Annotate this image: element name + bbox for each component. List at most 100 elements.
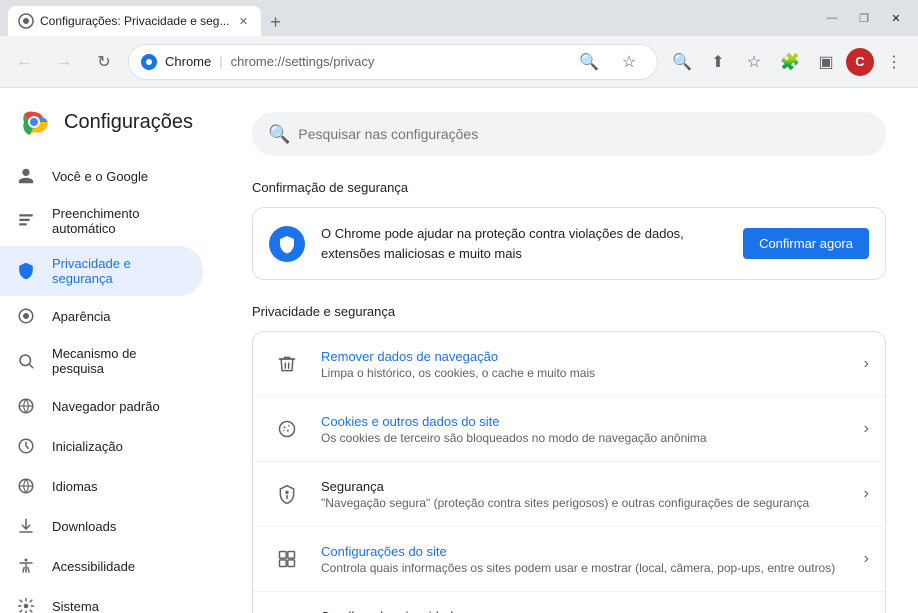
settings-text-security: Segurança "Navegação segura" (proteção co… (321, 479, 848, 510)
confirm-now-button[interactable]: Confirmar agora (743, 228, 869, 259)
sidebar-item-you-google[interactable]: Você e o Google (0, 156, 203, 196)
sidebar-label-search-engine: Mecanismo de pesquisa (52, 346, 187, 376)
titlebar: Configurações: Privacidade e seg... ✕ + … (0, 0, 918, 36)
sidebar-icon-autofill (16, 211, 36, 231)
bookmark-icon[interactable]: ☆ (613, 46, 645, 78)
settings-item-privacy-sandbox[interactable]: Sandbox de privacidadeOs recursos de tes… (253, 592, 885, 613)
safety-description: O Chrome pode ajudar na proteção contra … (321, 224, 727, 263)
chevron-right-icon: › (864, 420, 869, 438)
search-input[interactable] (298, 126, 870, 142)
settings-item-cookies[interactable]: Cookies e outros dados do site Os cookies… (253, 397, 885, 462)
window-controls: — ❐ ✕ (818, 4, 910, 32)
new-tab-button[interactable]: + (261, 8, 289, 36)
search-icon: 🔍 (268, 124, 290, 145)
sidebar-icon-privacy (16, 261, 36, 281)
search-labs-button[interactable]: 🔍 (666, 46, 698, 78)
sidebar-icon-accessibility (16, 556, 36, 576)
sidebar: Configurações Você e o Google Preenchimen… (0, 88, 220, 613)
chrome-scheme-icon (141, 54, 157, 70)
sidebar-icon-search-engine (16, 351, 36, 371)
sidebar-items-container: Você e o Google Preenchimento automático P… (0, 156, 219, 613)
toolbar-icons: 🔍 ⬆ ☆ 🧩 ▣ C ⋮ (666, 46, 910, 78)
search-bar[interactable]: 🔍 (252, 112, 886, 156)
address-site-name: Chrome (165, 54, 211, 69)
sidebar-label-languages: Idiomas (52, 479, 187, 494)
address-bar[interactable]: Chrome | chrome://settings/privacy 🔍 ☆ (128, 44, 658, 80)
sidebar-icon-you-google (16, 166, 36, 186)
settings-icon-clear-data (269, 346, 305, 382)
sidebar-item-privacy[interactable]: Privacidade e segurança (0, 246, 203, 296)
safety-section-title: Confirmação de segurança (252, 180, 886, 195)
settings-title-cookies: Cookies e outros dados do site (321, 414, 848, 429)
safety-shield-icon (269, 226, 305, 262)
settings-desc-site-settings: Controla quais informações os sites pode… (321, 561, 848, 575)
address-separator: | (219, 54, 222, 69)
sidebar-title: Configurações (64, 111, 193, 134)
sidebar-label-you-google: Você e o Google (52, 169, 187, 184)
sidebar-item-search-engine[interactable]: Mecanismo de pesquisa (0, 336, 203, 386)
back-button[interactable]: ← (8, 46, 40, 78)
settings-icon-cookies (269, 411, 305, 447)
address-search-icon[interactable]: 🔍 (573, 46, 605, 78)
chevron-right-icon: › (864, 485, 869, 503)
minimize-button[interactable]: — (818, 4, 846, 32)
settings-icon-security (269, 476, 305, 512)
settings-title-site-settings: Configurações do site (321, 544, 848, 559)
settings-items-card: Remover dados de navegação Limpa o histór… (252, 331, 886, 613)
chevron-right-icon: › (864, 550, 869, 568)
menu-button[interactable]: ⋮ (878, 46, 910, 78)
settings-desc-clear-data: Limpa o histórico, os cookies, o cache e… (321, 366, 848, 380)
sidebar-label-appearance: Aparência (52, 309, 187, 324)
restore-button[interactable]: ❐ (850, 4, 878, 32)
sidebar-icon-languages (16, 476, 36, 496)
sidebar-icon-startup (16, 436, 36, 456)
settings-desc-security: "Navegação segura" (proteção contra site… (321, 496, 848, 510)
sidebar-item-appearance[interactable]: Aparência (0, 296, 203, 336)
forward-button[interactable]: → (48, 46, 80, 78)
tab-close-button[interactable]: ✕ (235, 13, 251, 29)
sidebar-button[interactable]: ▣ (810, 46, 842, 78)
browser-chrome: ← → ↻ Chrome | chrome://settings/privacy… (0, 36, 918, 88)
sidebar-item-default-browser[interactable]: Navegador padrão (0, 386, 203, 426)
settings-item-clear-data[interactable]: Remover dados de navegação Limpa o histór… (253, 332, 885, 397)
sidebar-label-accessibility: Acessibilidade (52, 559, 187, 574)
bookmark-button[interactable]: ☆ (738, 46, 770, 78)
address-url: chrome://settings/privacy (231, 54, 565, 69)
sidebar-icon-system (16, 596, 36, 613)
profile-button[interactable]: C (846, 48, 874, 76)
tab-strip: Configurações: Privacidade e seg... ✕ + (8, 0, 810, 36)
settings-title-privacy-sandbox: Sandbox de privacidade (321, 609, 842, 613)
settings-text-clear-data: Remover dados de navegação Limpa o histór… (321, 349, 848, 380)
settings-item-site-settings[interactable]: Configurações do site Controla quais info… (253, 527, 885, 592)
close-button[interactable]: ✕ (882, 4, 910, 32)
tab-favicon (18, 13, 34, 29)
sidebar-item-languages[interactable]: Idiomas (0, 466, 203, 506)
chevron-right-icon: › (864, 355, 869, 373)
settings-title-clear-data: Remover dados de navegação (321, 349, 848, 364)
safety-card: O Chrome pode ajudar na proteção contra … (252, 207, 886, 280)
privacy-section-title: Privacidade e segurança (252, 304, 886, 319)
reload-button[interactable]: ↻ (88, 46, 120, 78)
sidebar-label-default-browser: Navegador padrão (52, 399, 187, 414)
main-layout: Configurações Você e o Google Preenchimen… (0, 88, 918, 613)
sidebar-label-privacy: Privacidade e segurança (52, 256, 187, 286)
sidebar-label-system: Sistema (52, 599, 187, 613)
sidebar-item-system[interactable]: Sistema (0, 586, 203, 613)
sidebar-item-autofill[interactable]: Preenchimento automático (0, 196, 203, 246)
sidebar-label-startup: Inicialização (52, 439, 187, 454)
extensions-button[interactable]: 🧩 (774, 46, 806, 78)
settings-icon-privacy-sandbox (269, 606, 305, 613)
settings-item-security[interactable]: Segurança "Navegação segura" (proteção co… (253, 462, 885, 527)
settings-title-security: Segurança (321, 479, 848, 494)
tab-title: Configurações: Privacidade e seg... (40, 14, 229, 28)
sidebar-item-downloads[interactable]: Downloads (0, 506, 203, 546)
sidebar-item-accessibility[interactable]: Acessibilidade (0, 546, 203, 586)
active-tab[interactable]: Configurações: Privacidade e seg... ✕ (8, 6, 261, 36)
settings-desc-cookies: Os cookies de terceiro são bloqueados no… (321, 431, 848, 445)
settings-text-site-settings: Configurações do site Controla quais info… (321, 544, 848, 575)
sidebar-label-autofill: Preenchimento automático (52, 206, 187, 236)
content-area: 🔍 Confirmação de segurança O Chrome pode… (220, 88, 918, 613)
sidebar-icon-appearance (16, 306, 36, 326)
share-button[interactable]: ⬆ (702, 46, 734, 78)
sidebar-item-startup[interactable]: Inicialização (0, 426, 203, 466)
